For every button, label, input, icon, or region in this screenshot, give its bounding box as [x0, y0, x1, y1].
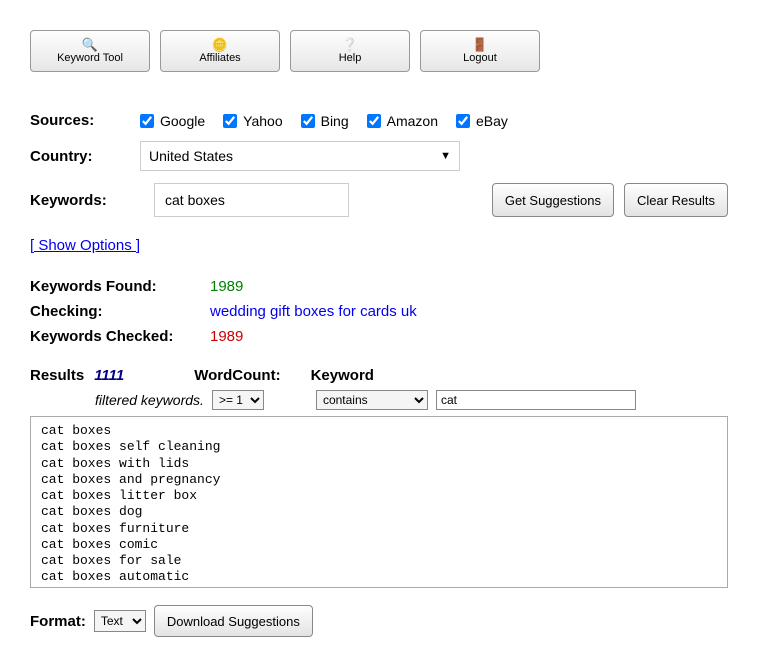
download-suggestions-button[interactable]: Download Suggestions [154, 605, 313, 637]
results-label: Results [30, 367, 84, 384]
keyword-header: Keyword [311, 367, 374, 384]
bing-checkbox[interactable] [301, 114, 315, 128]
affiliates-label: Affiliates [199, 52, 240, 64]
get-suggestions-button[interactable]: Get Suggestions [492, 183, 614, 217]
format-select[interactable]: Text [94, 610, 146, 632]
results-count: 1111 [94, 367, 124, 384]
google-checkbox[interactable] [140, 114, 154, 128]
keywords-checked-label: Keywords Checked: [30, 328, 210, 345]
keywords-found-value: 1989 [210, 278, 243, 295]
search-icon: 🔍 [82, 38, 98, 51]
affiliates-button[interactable]: 🪙 Affiliates [160, 30, 280, 72]
wordcount-header: WordCount: [194, 367, 280, 384]
logout-button[interactable]: 🚪 Logout [420, 30, 540, 72]
help-button[interactable]: ❔ Help [290, 30, 410, 72]
keyword-op-select[interactable]: contains [316, 390, 428, 410]
source-yahoo[interactable]: Yahoo [223, 113, 282, 129]
source-bing[interactable]: Bing [301, 113, 349, 129]
toolbar: 🔍 Keyword Tool 🪙 Affiliates ❔ Help 🚪 Log… [30, 10, 728, 82]
country-select[interactable]: United States ▼ [140, 141, 460, 171]
wordcount-select[interactable]: >= 1 [212, 390, 264, 410]
keywords-label: Keywords: [30, 192, 140, 209]
keyword-filter-input[interactable] [436, 390, 636, 410]
country-value: United States [149, 148, 233, 164]
results-textarea[interactable] [30, 416, 728, 588]
source-google[interactable]: Google [140, 113, 205, 129]
coin-icon: 🪙 [212, 38, 228, 51]
keyword-tool-button[interactable]: 🔍 Keyword Tool [30, 30, 150, 72]
keywords-input[interactable] [154, 183, 349, 217]
sources-label: Sources: [30, 112, 140, 129]
checking-value: wedding gift boxes for cards uk [210, 303, 417, 320]
clear-results-button[interactable]: Clear Results [624, 183, 728, 217]
keywords-checked-value: 1989 [210, 328, 243, 345]
yahoo-checkbox[interactable] [223, 114, 237, 128]
checking-label: Checking: [30, 303, 210, 320]
help-label: Help [339, 52, 362, 64]
keyword-tool-label: Keyword Tool [57, 52, 123, 64]
help-icon: ❔ [342, 38, 358, 51]
ebay-checkbox[interactable] [456, 114, 470, 128]
chevron-down-icon: ▼ [440, 150, 451, 162]
format-label: Format: [30, 613, 86, 630]
keywords-found-label: Keywords Found: [30, 278, 210, 295]
filtered-label: filtered keywords. [95, 392, 204, 408]
source-ebay[interactable]: eBay [456, 113, 508, 129]
amazon-checkbox[interactable] [367, 114, 381, 128]
country-label: Country: [30, 148, 140, 165]
show-options-link[interactable]: [ Show Options ] [30, 237, 140, 254]
source-amazon[interactable]: Amazon [367, 113, 438, 129]
logout-icon: 🚪 [472, 38, 488, 51]
logout-label: Logout [463, 52, 497, 64]
